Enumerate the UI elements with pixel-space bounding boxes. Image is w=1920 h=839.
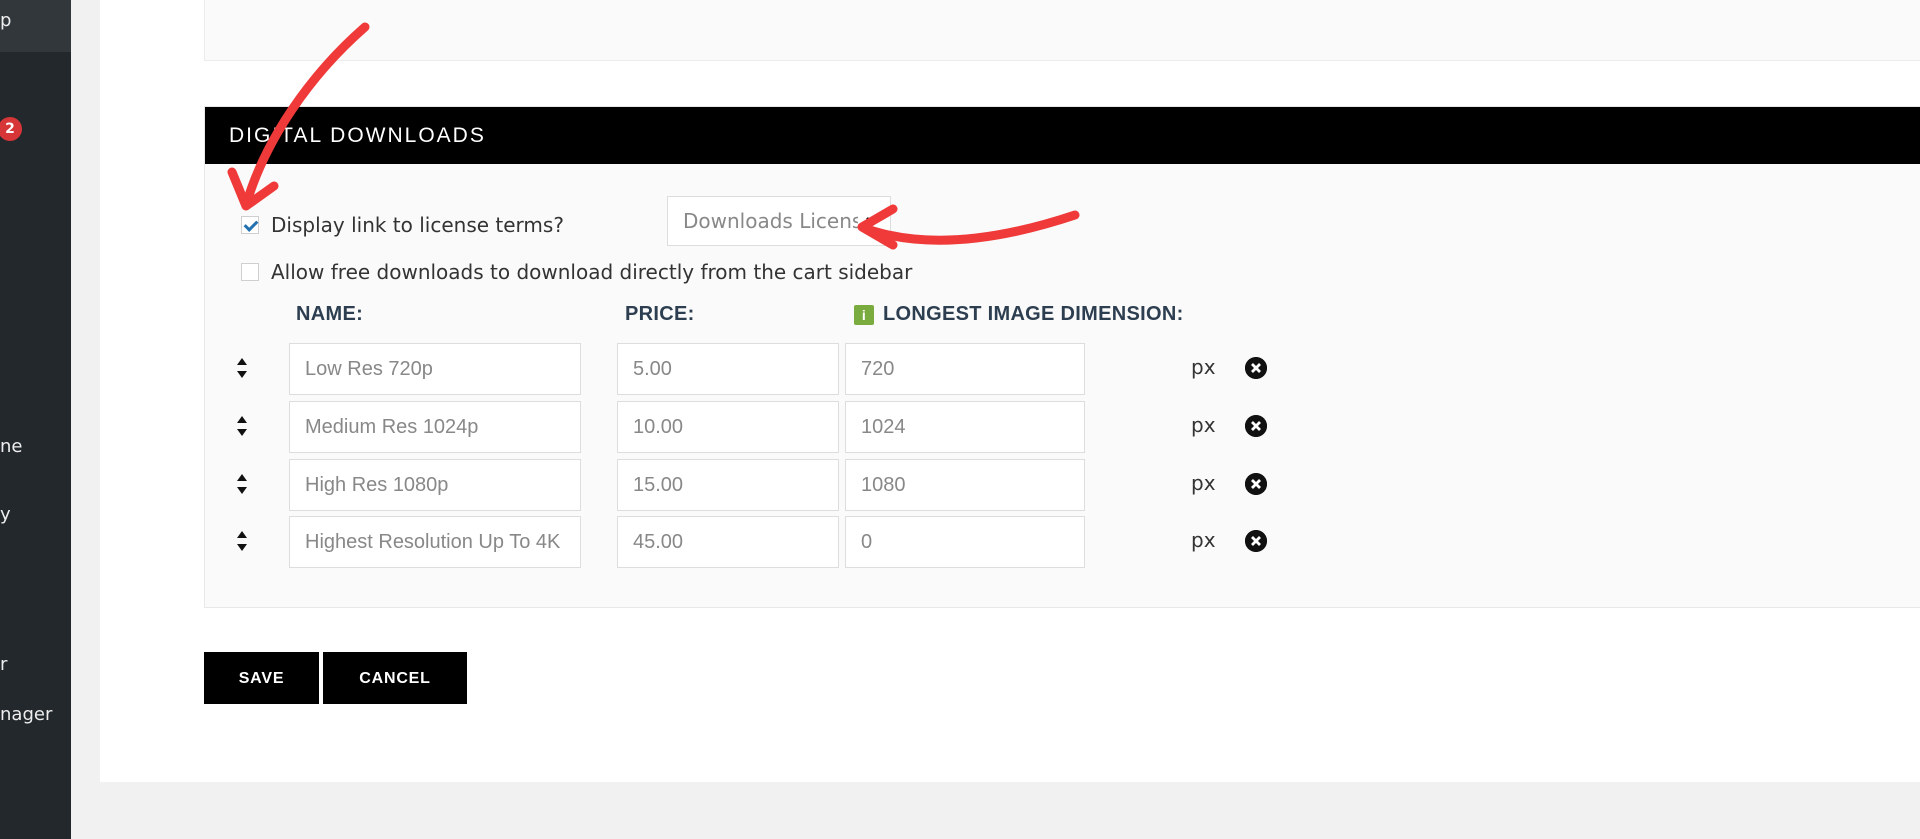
download-row: Low Res 720p 5.00 720 px (205, 343, 1920, 395)
download-price-input[interactable]: 45.00 (617, 516, 839, 568)
column-header-price: PRICE: (625, 303, 695, 325)
cancel-button[interactable]: CANCEL (323, 652, 467, 704)
download-dimension-input[interactable]: 1080 (845, 459, 1085, 511)
download-price-input[interactable]: 10.00 (617, 401, 839, 453)
remove-row-icon[interactable] (1245, 357, 1267, 379)
sort-handle-icon[interactable] (236, 415, 248, 437)
info-icon[interactable]: i (854, 304, 874, 325)
sort-handle-icon[interactable] (236, 530, 248, 552)
previous-section-box (204, 0, 1920, 61)
main-panel: DIGITAL DOWNLOADS Display link to licens… (100, 0, 1920, 782)
remove-row-icon[interactable] (1245, 473, 1267, 495)
free-download-label: Allow free downloads to download directl… (271, 260, 913, 284)
sidebar-item-fragment[interactable]: r (0, 654, 7, 675)
download-name-input[interactable]: High Res 1080p (289, 459, 581, 511)
column-header-name: NAME: (296, 303, 364, 325)
license-terms-select-value: Downloads License Terms (683, 209, 858, 233)
license-terms-select[interactable]: Downloads License Terms (667, 196, 891, 246)
column-header-dimension-label: LONGEST IMAGE DIMENSION: (883, 303, 1184, 325)
remove-row-icon[interactable] (1245, 415, 1267, 437)
unit-label: px (1191, 413, 1216, 437)
sort-handle-icon[interactable] (236, 473, 248, 495)
download-dimension-input[interactable]: 0 (845, 516, 1085, 568)
free-download-checkbox[interactable] (241, 263, 259, 281)
digital-downloads-section: DIGITAL DOWNLOADS Display link to licens… (204, 106, 1920, 608)
free-download-option: Allow free downloads to download directl… (241, 255, 912, 289)
license-terms-option: Display link to license terms? (241, 208, 564, 242)
sidebar-item-fragment[interactable]: y (0, 504, 11, 525)
unit-label: px (1191, 355, 1216, 379)
download-name-input[interactable]: Low Res 720p (289, 343, 581, 395)
unit-label: px (1191, 528, 1216, 552)
download-price-input[interactable]: 5.00 (617, 343, 839, 395)
download-row: High Res 1080p 15.00 1080 px (205, 459, 1920, 511)
save-button[interactable]: SAVE (204, 652, 319, 704)
sidebar-item-fragment[interactable]: nager (0, 704, 52, 725)
download-name-input[interactable]: Highest Resolution Up To 4K (289, 516, 581, 568)
download-dimension-input[interactable]: 720 (845, 343, 1085, 395)
download-row: Medium Res 1024p 10.00 1024 px (205, 401, 1920, 453)
chevron-down-icon (866, 210, 880, 231)
sidebar-item-fragment[interactable]: p (0, 10, 11, 31)
column-header-dimension: i LONGEST IMAGE DIMENSION: (854, 303, 1184, 326)
download-name-input[interactable]: Medium Res 1024p (289, 401, 581, 453)
download-price-input[interactable]: 15.00 (617, 459, 839, 511)
remove-row-icon[interactable] (1245, 530, 1267, 552)
notification-badge: 2 (0, 117, 22, 141)
download-dimension-input[interactable]: 1024 (845, 401, 1085, 453)
section-title: DIGITAL DOWNLOADS (205, 107, 1920, 164)
admin-sidebar: p 2 ne y r nager (0, 0, 71, 839)
unit-label: px (1191, 471, 1216, 495)
license-terms-label: Display link to license terms? (271, 213, 564, 237)
license-terms-checkbox[interactable] (241, 216, 259, 234)
download-row: Highest Resolution Up To 4K 45.00 0 px (205, 516, 1920, 568)
sort-handle-icon[interactable] (236, 357, 248, 379)
sidebar-item-fragment[interactable]: ne (0, 436, 22, 457)
